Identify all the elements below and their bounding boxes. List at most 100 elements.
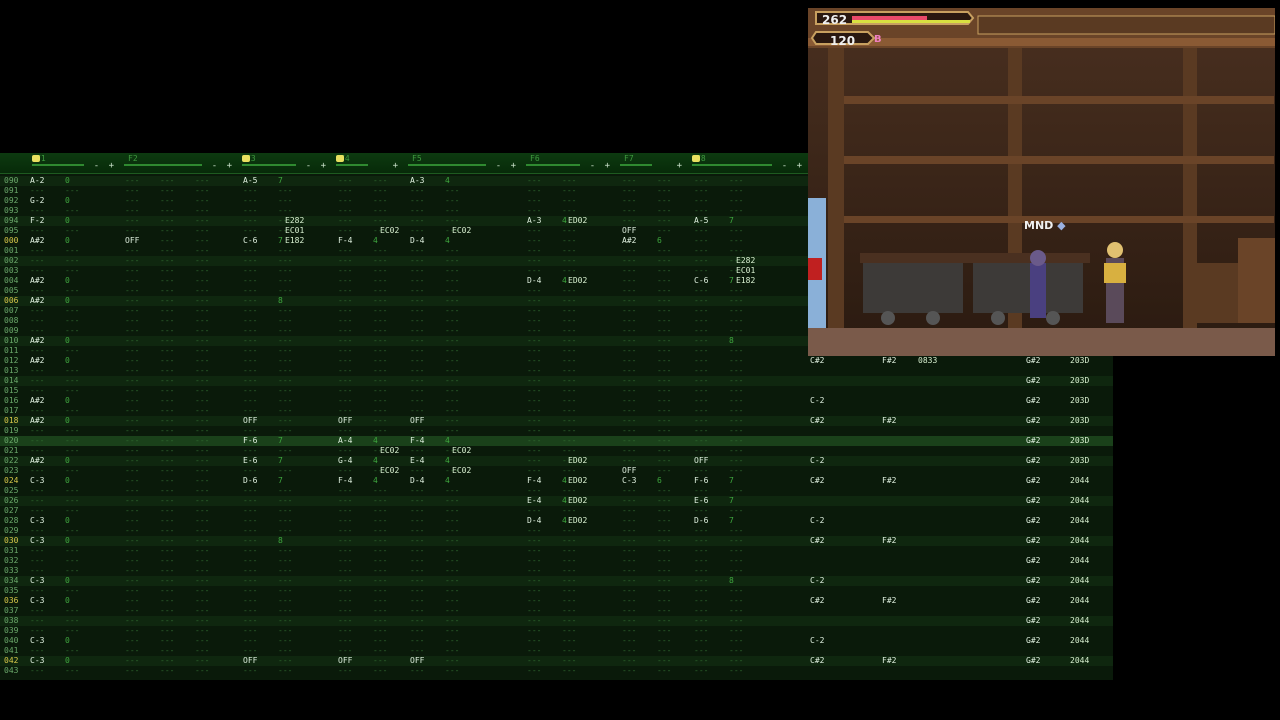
empty-cell[interactable]: --- bbox=[195, 476, 209, 486]
empty-cell[interactable]: --- bbox=[278, 566, 292, 576]
empty-cell[interactable]: --- bbox=[30, 626, 44, 636]
empty-cell[interactable]: --- bbox=[125, 366, 139, 376]
empty-cell[interactable]: --- bbox=[527, 616, 541, 626]
empty-cell[interactable]: --- bbox=[445, 286, 459, 296]
empty-cell[interactable]: --- bbox=[657, 556, 671, 566]
empty-cell[interactable]: --- bbox=[160, 286, 174, 296]
note-cell[interactable]: OFF bbox=[243, 656, 257, 666]
empty-cell[interactable]: --- bbox=[445, 316, 459, 326]
note-cell[interactable]: G#2 bbox=[1026, 616, 1040, 626]
empty-cell[interactable]: --- bbox=[278, 356, 292, 366]
empty-cell[interactable]: --- bbox=[527, 346, 541, 356]
empty-cell[interactable]: --- bbox=[694, 436, 708, 446]
empty-cell[interactable]: --- bbox=[527, 596, 541, 606]
empty-cell[interactable]: --- bbox=[373, 426, 387, 436]
empty-cell[interactable]: --- bbox=[338, 606, 352, 616]
empty-cell[interactable]: --- bbox=[160, 196, 174, 206]
empty-cell[interactable]: --- bbox=[445, 526, 459, 536]
empty-cell[interactable]: --- bbox=[373, 506, 387, 516]
empty-cell[interactable]: --- bbox=[622, 216, 636, 226]
empty-cell[interactable]: --- bbox=[160, 216, 174, 226]
empty-cell[interactable]: --- bbox=[278, 256, 292, 266]
instrument-cell[interactable]: 0 bbox=[65, 476, 70, 486]
empty-cell[interactable]: --- bbox=[657, 396, 671, 406]
note-cell[interactable]: C-2 bbox=[810, 396, 824, 406]
instrument-cell[interactable]: 4 bbox=[562, 276, 567, 286]
instrument-cell[interactable]: 7 bbox=[729, 476, 734, 486]
empty-cell[interactable]: --- bbox=[125, 566, 139, 576]
empty-cell[interactable]: --- bbox=[527, 426, 541, 436]
effect-cell[interactable]: 2044 bbox=[1070, 496, 1089, 506]
empty-cell[interactable]: --- bbox=[527, 646, 541, 656]
instrument-cell[interactable]: 4 bbox=[373, 456, 378, 466]
empty-cell[interactable]: --- bbox=[65, 406, 79, 416]
instrument-cell[interactable]: 0 bbox=[65, 656, 70, 666]
pattern-row[interactable]: 017 --- --- --- --- --- --- --- --- --- --- --- --- -… bbox=[0, 406, 1113, 416]
empty-cell[interactable]: --- bbox=[278, 576, 292, 586]
empty-cell[interactable]: --- bbox=[338, 626, 352, 636]
note-cell[interactable]: G-2 bbox=[30, 196, 44, 206]
empty-cell[interactable]: --- bbox=[243, 216, 257, 226]
empty-cell[interactable]: --- bbox=[445, 536, 459, 546]
note-cell[interactable]: C-6 bbox=[243, 236, 257, 246]
empty-cell[interactable]: --- bbox=[278, 276, 292, 286]
note-cell[interactable]: F#2 bbox=[882, 416, 896, 426]
empty-cell[interactable]: --- bbox=[657, 656, 671, 666]
empty-cell[interactable]: --- bbox=[527, 336, 541, 346]
empty-cell[interactable]: --- bbox=[527, 546, 541, 556]
empty-cell[interactable]: --- bbox=[729, 356, 743, 366]
empty-cell[interactable]: --- bbox=[278, 366, 292, 376]
note-cell[interactable]: A-3 bbox=[527, 216, 541, 226]
channel-volume-buttons[interactable]: - + bbox=[590, 161, 612, 171]
note-cell[interactable]: A-2 bbox=[30, 176, 44, 186]
empty-cell[interactable]: --- bbox=[562, 256, 576, 266]
empty-cell[interactable]: --- bbox=[445, 296, 459, 306]
instrument-cell[interactable]: 4 bbox=[445, 476, 450, 486]
empty-cell[interactable]: --- bbox=[160, 456, 174, 466]
empty-cell[interactable]: --- bbox=[562, 546, 576, 556]
empty-cell[interactable]: --- bbox=[622, 526, 636, 536]
empty-cell[interactable]: --- bbox=[562, 236, 576, 246]
note-cell[interactable]: OFF bbox=[338, 656, 352, 666]
note-cell[interactable]: D-4 bbox=[527, 516, 541, 526]
empty-cell[interactable]: --- bbox=[160, 326, 174, 336]
empty-cell[interactable]: --- bbox=[195, 356, 209, 366]
empty-cell[interactable]: --- bbox=[527, 606, 541, 616]
empty-cell[interactable]: --- bbox=[243, 446, 257, 456]
empty-cell[interactable]: --- bbox=[195, 566, 209, 576]
empty-cell[interactable]: --- bbox=[562, 626, 576, 636]
empty-cell[interactable]: --- bbox=[622, 546, 636, 556]
empty-cell[interactable]: --- bbox=[30, 406, 44, 416]
empty-cell[interactable]: --- bbox=[125, 436, 139, 446]
pattern-row[interactable]: 027 --- --- --- --- --- --- --- --- --- --- --- --- -… bbox=[0, 506, 1113, 516]
empty-cell[interactable]: --- bbox=[195, 336, 209, 346]
empty-cell[interactable]: --- bbox=[622, 436, 636, 446]
empty-cell[interactable]: --- bbox=[410, 646, 424, 656]
empty-cell[interactable]: --- bbox=[160, 276, 174, 286]
empty-cell[interactable]: --- bbox=[125, 216, 139, 226]
pattern-row[interactable]: 028 --- --- --- --- --- --- --- --- --- --- --- C-3 0… bbox=[0, 516, 1113, 526]
empty-cell[interactable]: --- bbox=[30, 546, 44, 556]
empty-cell[interactable]: --- bbox=[125, 186, 139, 196]
pattern-row[interactable]: 040 --- --- --- --- --- --- --- --- --- --- --- --- -… bbox=[0, 636, 1113, 646]
empty-cell[interactable]: --- bbox=[622, 176, 636, 186]
empty-cell[interactable]: --- bbox=[410, 256, 424, 266]
note-cell[interactable]: OFF bbox=[410, 656, 424, 666]
empty-cell[interactable]: --- bbox=[373, 636, 387, 646]
empty-cell[interactable]: --- bbox=[622, 666, 636, 676]
empty-cell[interactable]: --- bbox=[729, 206, 743, 216]
empty-cell[interactable]: --- bbox=[65, 316, 79, 326]
note-cell[interactable]: C-2 bbox=[810, 456, 824, 466]
empty-cell[interactable]: --- bbox=[243, 406, 257, 416]
empty-cell[interactable]: --- bbox=[527, 526, 541, 536]
empty-cell[interactable]: --- bbox=[30, 226, 44, 236]
effect-cell[interactable]: EC01 bbox=[736, 266, 755, 276]
effect-cell[interactable]: E282 bbox=[736, 256, 755, 266]
instrument-cell[interactable]: 4 bbox=[562, 496, 567, 506]
empty-cell[interactable]: --- bbox=[243, 496, 257, 506]
empty-cell[interactable]: --- bbox=[373, 346, 387, 356]
empty-cell[interactable]: --- bbox=[527, 316, 541, 326]
empty-cell[interactable]: --- bbox=[410, 406, 424, 416]
channel-volume-bar[interactable] bbox=[336, 164, 368, 166]
empty-cell[interactable]: --- bbox=[125, 176, 139, 186]
